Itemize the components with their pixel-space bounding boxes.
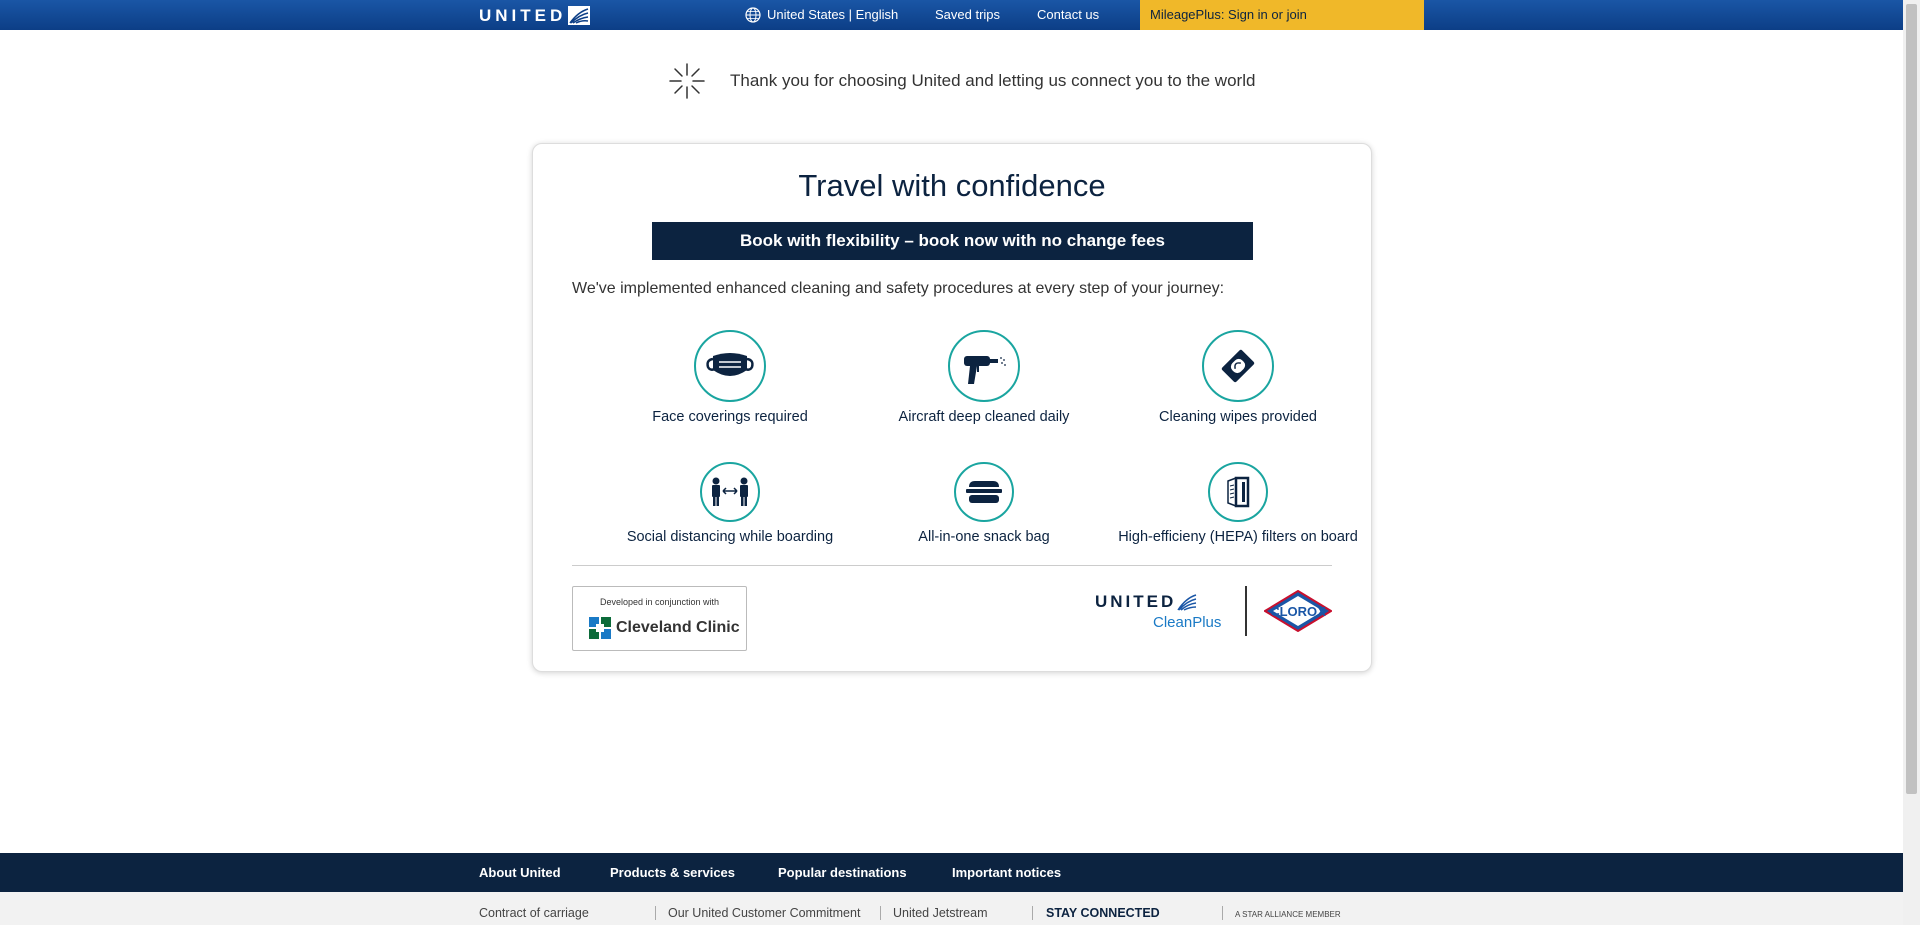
hepa-filter-icon: [1208, 462, 1268, 522]
footer-separator: [880, 906, 881, 920]
mileageplus-signin-button[interactable]: MileagePlus: Sign in or join: [1140, 0, 1424, 30]
footer-popular-destinations[interactable]: Popular destinations: [778, 853, 907, 892]
feature-hepa-filters: High-efficieny (HEPA) filters on board: [1113, 462, 1363, 545]
footer-united-jetstream[interactable]: United Jetstream: [893, 906, 987, 920]
saved-trips-link[interactable]: Saved trips: [935, 0, 1000, 30]
contact-us-link[interactable]: Contact us: [1037, 0, 1099, 30]
feature-label: All-in-one snack bag: [918, 529, 1050, 545]
footer-customer-commitment[interactable]: Our United Customer Commitment: [668, 906, 860, 920]
cleanplus-text: CleanPlus: [1153, 614, 1222, 631]
snack-bag-icon: [954, 462, 1014, 522]
card-title: Travel with confidence: [798, 168, 1106, 203]
feature-snack-bag: All-in-one snack bag: [859, 462, 1109, 545]
feature-face-coverings: Face coverings required: [605, 330, 855, 425]
spinner-icon: [669, 63, 705, 99]
footer-about-united[interactable]: About United: [479, 853, 561, 892]
united-logo[interactable]: UNITED: [479, 5, 591, 25]
thanks-text: Thank you for choosing United and lettin…: [730, 71, 1256, 90]
page-scrollbar[interactable]: [1903, 0, 1920, 925]
thanks-message-row: Thank you for choosing United and lettin…: [668, 62, 1255, 100]
wipes-icon: [1202, 330, 1274, 402]
feature-label: Cleaning wipes provided: [1159, 409, 1317, 425]
footer-navigation: About United Products & services Popular…: [0, 853, 1903, 892]
cleanplus-united-text: UNITED: [1095, 592, 1177, 611]
book-flexibility-banner[interactable]: Book with flexibility – book now with no…: [652, 222, 1253, 260]
face-mask-icon: [694, 330, 766, 402]
feature-label: High-efficieny (HEPA) filters on board: [1118, 529, 1358, 545]
footer-important-notices[interactable]: Important notices: [952, 853, 1061, 892]
footer-links: Contract of carriage Our United Customer…: [0, 892, 1903, 925]
footer-stay-connected[interactable]: STAY CONNECTED: [1046, 906, 1160, 920]
feature-aircraft-cleaned: Aircraft deep cleaned daily: [859, 330, 1109, 425]
top-navigation-bar: UNITED United States | English Saved tri…: [0, 0, 1903, 30]
cleveland-clinic-logo-icon: [589, 617, 611, 639]
feature-label: Aircraft deep cleaned daily: [898, 409, 1070, 425]
globe-logo-icon: [568, 6, 591, 25]
clorox-logo-icon: CLOROX: [1264, 590, 1332, 632]
clorox-text: CLOROX: [1270, 604, 1326, 619]
footer-contract-of-carriage[interactable]: Contract of carriage: [479, 906, 589, 920]
sprayer-icon: [948, 330, 1020, 402]
social-distancing-icon: [700, 462, 760, 522]
globe-icon: [745, 7, 761, 23]
footer-separator: [1222, 906, 1223, 920]
logo-text: UNITED: [479, 5, 567, 25]
cleveland-dev-text: Developed in conjunction with: [599, 597, 720, 607]
intro-text: We've implemented enhanced cleaning and …: [572, 280, 1225, 297]
locale-label: United States | English: [767, 7, 899, 22]
united-globe-icon: [1177, 594, 1197, 611]
feature-cleaning-wipes: Cleaning wipes provided: [1113, 330, 1363, 425]
card-divider: [572, 565, 1332, 566]
feature-label: Face coverings required: [652, 409, 808, 425]
footer-separator: [655, 906, 656, 920]
feature-label: Social distancing while boarding: [626, 529, 834, 545]
footer-separator: [1032, 906, 1033, 920]
cleveland-clinic-name: Cleveland Clinic: [616, 619, 740, 636]
scrollbar-thumb[interactable]: [1906, 4, 1917, 794]
locale-selector[interactable]: United States | English: [745, 0, 898, 30]
logo-separator: [1245, 586, 1247, 636]
united-cleanplus-logo: UNITED CleanPlus: [1095, 592, 1225, 631]
cleveland-clinic-badge: Developed in conjunction with Cleveland …: [572, 586, 747, 651]
footer-products-services[interactable]: Products & services: [610, 853, 735, 892]
travel-confidence-card: Travel with confidence Book with flexibi…: [532, 143, 1372, 672]
feature-social-distancing: Social distancing while boarding: [605, 462, 855, 545]
footer-star-alliance: A STAR ALLIANCE MEMBER: [1235, 910, 1341, 919]
